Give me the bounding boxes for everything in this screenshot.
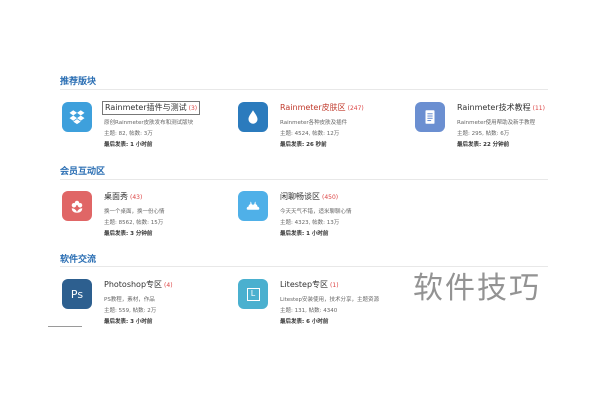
forum-description: Rainmeter各种皮肤及插件 — [280, 120, 348, 126]
forum-stats: 主题: 295, 帖数: 6万 — [457, 131, 510, 137]
forum-description: 今天天气不错，适米聊聊心情 — [280, 209, 352, 215]
section-title-software: 软件交流 — [60, 255, 97, 265]
forum-description: Litestep安装使用，技术分享，主题资源 — [280, 297, 380, 303]
forum-name-link[interactable]: 桌面秀 (43) — [104, 191, 142, 203]
forum-stats: 主题: 4323, 帖数: 13万 — [280, 220, 340, 226]
document-icon — [415, 102, 445, 132]
forum-description: PS教程，素材，作品 — [104, 297, 155, 303]
forum-last-post[interactable]: 最后发表: 3 小时前 — [104, 317, 152, 325]
forum-card-tutorials[interactable]: Rainmeter技术教程 (11) Rainmeter使用帮助及新手教程 主题:… — [415, 102, 585, 162]
forum-stats: 主题: 4524, 帖数: 12万 — [280, 131, 340, 137]
forum-card-plugins[interactable]: Rainmeter插件与测试 (3) 原创Rainmeter皮肤发布和测试版块 主… — [62, 101, 232, 162]
section-divider — [60, 179, 548, 180]
photoshop-icon: Ps — [62, 279, 92, 309]
forum-card-chat[interactable]: 闲聊畅谈区 (450) 今天天气不错，适米聊聊心情 主题: 4323, 帖数: 1… — [238, 191, 408, 251]
section-title-member-interaction: 会员互动区 — [60, 167, 106, 177]
section-title-recommended: 推荐版块 — [60, 77, 97, 87]
forum-name-link[interactable]: 闲聊畅谈区 (450) — [280, 191, 338, 203]
forum-description: Rainmeter使用帮助及新手教程 — [457, 120, 536, 126]
litestep-icon: L — [238, 279, 268, 309]
forum-stats: 主题: 131, 帖数: 4340 — [280, 308, 338, 314]
divider — [48, 326, 82, 327]
forum-description: 原创Rainmeter皮肤发布和测试版块 — [104, 120, 194, 126]
forum-name-link[interactable]: Rainmeter皮肤区 (247) — [280, 102, 364, 114]
forum-card-skins[interactable]: Rainmeter皮肤区 (247) Rainmeter各种皮肤及插件 主题: 4… — [238, 102, 408, 162]
section-divider — [60, 266, 548, 267]
forum-name-link[interactable]: Rainmeter技术教程 (11) — [457, 102, 545, 114]
forum-description: 换一个桌面，换一份心情 — [104, 209, 165, 215]
dropbox-icon — [62, 102, 92, 132]
forum-count: (11) — [532, 105, 545, 112]
water-drop-icon — [238, 102, 268, 132]
flower-icon — [62, 191, 92, 221]
forum-last-post[interactable]: 最后发表: 1 小时前 — [280, 229, 328, 237]
forum-last-post[interactable]: 最后发表: 3 分钟前 — [104, 229, 152, 237]
forum-count: (4) — [164, 282, 173, 289]
forum-stats: 主题: 82, 帖数: 3万 — [104, 131, 153, 137]
forum-name-link[interactable]: Rainmeter插件与测试 (3) — [102, 101, 201, 115]
forum-count: (247) — [347, 105, 364, 112]
forum-last-post[interactable]: 最后发表: 26 秒前 — [280, 140, 327, 148]
forum-count: (450) — [322, 194, 339, 201]
forum-card-photoshop[interactable]: Ps Photoshop专区 (4) PS教程，素材，作品 主题: 559, 帖数… — [62, 279, 232, 339]
forum-count: (3) — [188, 105, 198, 112]
section-divider — [60, 89, 548, 90]
forum-name-link[interactable]: Litestep专区 (1) — [280, 279, 339, 291]
forum-card-litestep[interactable]: L Litestep专区 (1) Litestep安装使用，技术分享，主题资源 主… — [238, 279, 408, 339]
forum-count: (1) — [330, 282, 339, 289]
forum-last-post[interactable]: 最后发表: 6 小时前 — [280, 317, 328, 325]
forum-count: (43) — [130, 194, 143, 201]
forum-stats: 主题: 8562, 帖数: 15万 — [104, 220, 164, 226]
forum-stats: 主题: 559, 帖数: 2万 — [104, 308, 157, 314]
cloud-cat-icon — [238, 191, 268, 221]
forum-last-post[interactable]: 最后发表: 1 小时前 — [104, 140, 152, 148]
forum-card-desktop-show[interactable]: 桌面秀 (43) 换一个桌面，换一份心情 主题: 8562, 帖数: 15万 最后… — [62, 191, 232, 251]
forum-name-link[interactable]: Photoshop专区 (4) — [104, 279, 173, 291]
watermark-text: 软件技巧 — [402, 268, 552, 310]
forum-last-post[interactable]: 最后发表: 22 分钟前 — [457, 140, 509, 148]
